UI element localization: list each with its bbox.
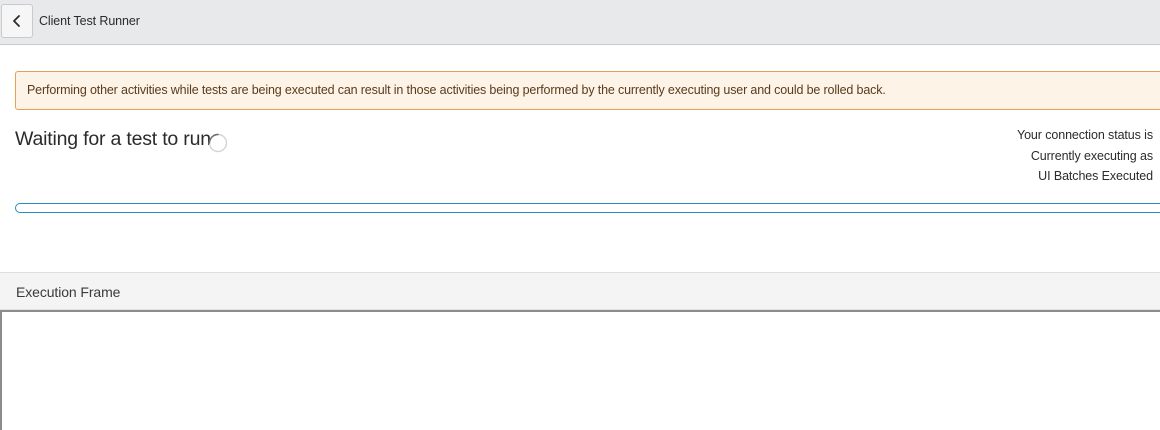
test-progress-bar	[15, 203, 1160, 213]
loading-spinner-icon	[208, 133, 228, 153]
runner-status-title: Waiting for a test to run	[15, 128, 211, 150]
chevron-left-icon	[13, 15, 20, 27]
execution-frame-header: Execution Frame	[0, 272, 1160, 310]
execution-frame-title: Execution Frame	[16, 284, 121, 300]
warning-alert-text: Performing other activities while tests …	[27, 83, 886, 97]
ui-batches-executed-label: UI Batches Executed	[1038, 169, 1153, 183]
app-header: Client Test Runner	[0, 0, 1160, 45]
connection-status-label: Your connection status is	[1016, 128, 1153, 142]
page-title: Client Test Runner	[39, 14, 140, 28]
back-button[interactable]	[1, 4, 33, 38]
warning-alert: Performing other activities while tests …	[15, 71, 1160, 110]
execution-frame[interactable]	[0, 310, 1160, 430]
executing-as-label: Currently executing as	[1030, 149, 1153, 163]
